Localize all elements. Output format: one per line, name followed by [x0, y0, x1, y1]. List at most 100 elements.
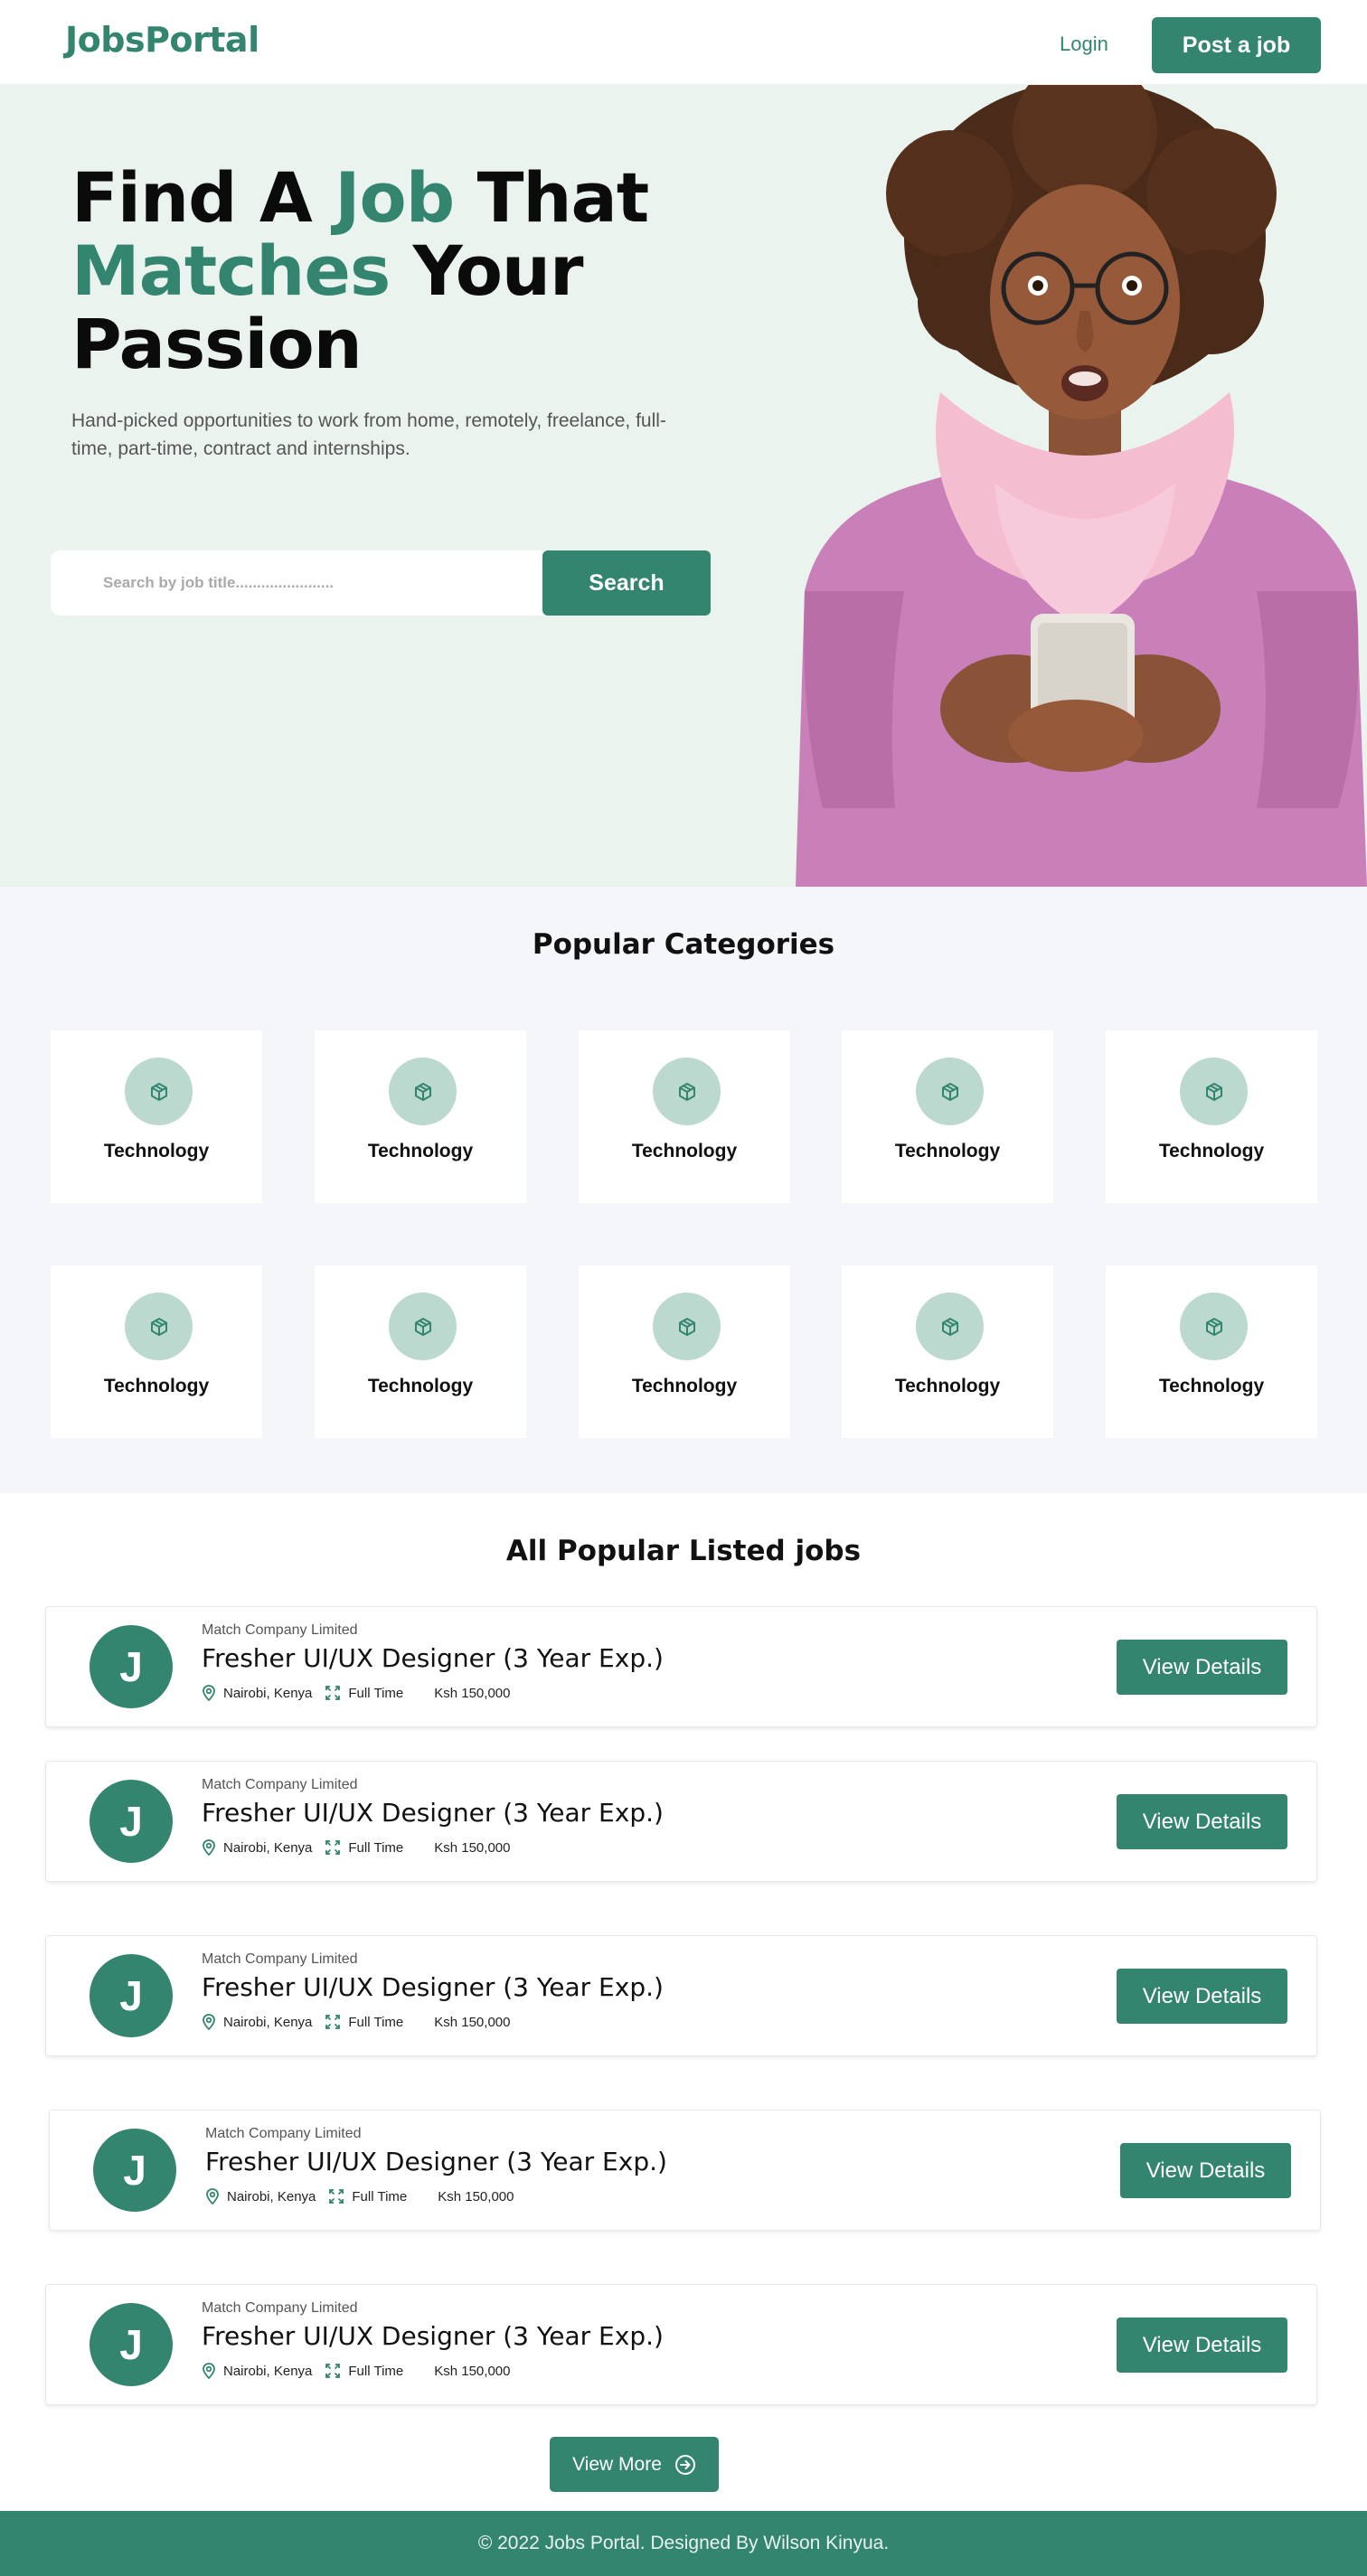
job-search-input[interactable]: [103, 569, 555, 597]
category-card[interactable]: Technology: [51, 1030, 262, 1203]
category-label: Technology: [631, 1376, 738, 1396]
box-icon: [1205, 1317, 1222, 1336]
job-title[interactable]: Fresher UI/UX Designer (3 Year Exp.): [202, 1798, 664, 1828]
job-type: Full Time: [325, 2363, 403, 2379]
category-label: Technology: [1158, 1376, 1265, 1396]
hero-title-accent: Job: [335, 157, 455, 238]
view-details-button[interactable]: View Details: [1120, 2143, 1291, 2198]
box-icon: [150, 1317, 167, 1336]
job-salary: Ksh 150,000: [434, 1685, 511, 1701]
job-salary: Ksh 150,000: [434, 2363, 511, 2379]
category-label: Technology: [894, 1376, 1001, 1396]
job-card: J Match Company Limited Fresher UI/UX Desi…: [49, 2110, 1321, 2231]
category-card[interactable]: Technology: [315, 1265, 526, 1438]
categories-title: Popular Categories: [532, 928, 835, 961]
category-card[interactable]: Technology: [579, 1265, 790, 1438]
job-salary: Ksh 150,000: [438, 2188, 514, 2205]
category-card[interactable]: Technology: [1106, 1030, 1317, 1203]
company-avatar: J: [90, 2303, 173, 2386]
box-icon: [678, 1082, 695, 1101]
hero-person-image: [787, 85, 1367, 887]
location-pin-icon: [203, 2014, 215, 2030]
job-title[interactable]: Fresher UI/UX Designer (3 Year Exp.): [202, 1643, 664, 1673]
category-card[interactable]: Technology: [315, 1030, 526, 1203]
category-icon-badge: [916, 1293, 984, 1360]
company-name: Match Company Limited: [202, 2300, 358, 2316]
job-card: J Match Company Limited Fresher UI/UX Desi…: [45, 1606, 1317, 1727]
job-title[interactable]: Fresher UI/UX Designer (3 Year Exp.): [202, 2321, 664, 2351]
job-salary: Ksh 150,000: [434, 1839, 511, 1856]
view-details-button[interactable]: View Details: [1117, 1969, 1287, 2024]
category-icon-badge: [125, 1058, 193, 1125]
location-pin-icon: [203, 2363, 215, 2379]
job-location: Nairobi, Kenya: [202, 2014, 312, 2030]
location-pin-icon: [203, 1685, 215, 1701]
job-type: Full Time: [325, 1685, 403, 1701]
view-details-button[interactable]: View Details: [1117, 1794, 1287, 1849]
arrow-right-circle-icon: [674, 2454, 695, 2475]
job-location-text: Nairobi, Kenya: [223, 1685, 313, 1701]
expand-arrows-icon: [325, 2364, 341, 2378]
job-location: Nairobi, Kenya: [202, 2363, 312, 2379]
job-location: Nairobi, Kenya: [202, 1839, 312, 1856]
category-label: Technology: [894, 1141, 1001, 1161]
company-avatar: J: [90, 1954, 173, 2037]
view-more-label: View More: [572, 2453, 662, 2475]
box-icon: [414, 1082, 431, 1101]
job-card: J Match Company Limited Fresher UI/UX Desi…: [45, 2284, 1317, 2405]
site-logo[interactable]: JobsPortal: [65, 20, 259, 60]
post-job-button[interactable]: Post a job: [1152, 17, 1321, 73]
box-icon: [941, 1317, 958, 1336]
category-icon-badge: [653, 1293, 721, 1360]
job-type: Full Time: [325, 2014, 403, 2030]
job-location-text: Nairobi, Kenya: [227, 2188, 316, 2205]
job-type: Full Time: [328, 2188, 407, 2205]
job-title[interactable]: Fresher UI/UX Designer (3 Year Exp.): [205, 2147, 667, 2176]
job-meta: Nairobi, Kenya Full Time Ksh 150,000: [205, 2187, 514, 2205]
login-link[interactable]: Login: [1060, 33, 1108, 56]
box-icon: [1205, 1082, 1222, 1101]
job-salary: Ksh 150,000: [434, 2014, 511, 2030]
job-type: Full Time: [325, 1839, 403, 1856]
hero-title-part: Your: [390, 230, 584, 311]
view-details-button[interactable]: View Details: [1117, 2317, 1287, 2373]
expand-arrows-icon: [325, 2015, 341, 2029]
hero-title-part: Passion: [71, 304, 363, 384]
job-type-text: Full Time: [352, 2188, 408, 2205]
category-label: Technology: [103, 1376, 210, 1396]
view-more-button[interactable]: View More: [550, 2437, 719, 2492]
category-icon-badge: [1180, 1293, 1248, 1360]
box-icon: [414, 1317, 431, 1336]
category-label: Technology: [367, 1376, 474, 1396]
box-icon: [678, 1317, 695, 1336]
category-card[interactable]: Technology: [579, 1030, 790, 1203]
category-card[interactable]: Technology: [1106, 1265, 1317, 1438]
site-header: JobsPortal Login Post a job: [0, 0, 1367, 85]
footer-text: © 2022 Jobs Portal. Designed By Wilson K…: [477, 2533, 890, 2553]
category-icon-badge: [653, 1058, 721, 1125]
category-icon-badge: [389, 1293, 457, 1360]
category-card[interactable]: Technology: [842, 1030, 1053, 1203]
job-type-text: Full Time: [348, 2363, 404, 2379]
jobs-title: All Popular Listed jobs: [505, 1535, 862, 1567]
category-card[interactable]: Technology: [51, 1265, 262, 1438]
hero-subtitle: Hand-picked opportunities to work from h…: [71, 410, 666, 459]
hero-section: Find A Job That Matches Your Passion Han…: [0, 85, 1367, 887]
job-type-text: Full Time: [348, 2014, 404, 2030]
location-pin-icon: [206, 2188, 219, 2205]
category-icon-badge: [125, 1293, 193, 1360]
job-meta: Nairobi, Kenya Full Time Ksh 150,000: [202, 2013, 510, 2031]
job-title[interactable]: Fresher UI/UX Designer (3 Year Exp.): [202, 1972, 664, 2002]
job-card: J Match Company Limited Fresher UI/UX Desi…: [45, 1761, 1317, 1882]
category-icon-badge: [1180, 1058, 1248, 1125]
category-icon-badge: [916, 1058, 984, 1125]
job-meta: Nairobi, Kenya Full Time Ksh 150,000: [202, 1684, 510, 1702]
hero-title-part: Find A: [71, 157, 335, 238]
search-button[interactable]: Search: [542, 550, 711, 616]
job-location-text: Nairobi, Kenya: [223, 2014, 313, 2030]
company-avatar: J: [93, 2129, 176, 2212]
view-details-button[interactable]: View Details: [1117, 1640, 1287, 1695]
expand-arrows-icon: [325, 1686, 341, 1700]
category-card[interactable]: Technology: [842, 1265, 1053, 1438]
box-icon: [941, 1082, 958, 1101]
